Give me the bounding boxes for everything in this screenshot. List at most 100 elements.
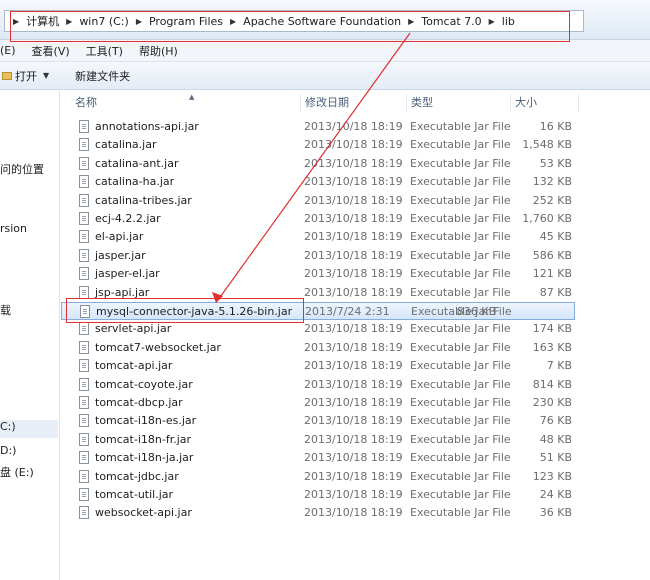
file-row[interactable]: annotations-api.jar 2013/10/18 18:19 Execu… <box>61 118 650 136</box>
chevron-right-icon[interactable]: ▶ <box>226 17 240 26</box>
jar-file-icon <box>79 248 89 262</box>
chevron-right-icon[interactable]: ▶ <box>62 17 76 26</box>
file-list[interactable]: 名称 ▲ 修改日期 类型 大小 annotations-api.jar 2013/… <box>61 91 650 580</box>
file-row[interactable]: tomcat-coyote.jar 2013/10/18 18:19 Executa… <box>61 376 650 394</box>
breadcrumb-computer[interactable]: 计算机 <box>23 13 62 29</box>
open-button[interactable]: 打开 ▼ <box>0 68 57 84</box>
breadcrumb-tomcat[interactable]: Tomcat 7.0 <box>418 15 484 28</box>
address-bar[interactable]: ▶ 计算机 ▶ win7 (C:) ▶ Program Files ▶ Apac… <box>4 10 584 32</box>
file-row[interactable]: jasper-el.jar 2013/10/18 18:19 Executable … <box>61 265 650 283</box>
file-size: 132 KB <box>532 175 572 189</box>
file-row[interactable]: jasper.jar 2013/10/18 18:19 Executable Jar… <box>61 247 650 265</box>
file-row[interactable]: ecj-4.2.2.jar 2013/10/18 18:19 Executable … <box>61 210 650 228</box>
file-name: tomcat7-websocket.jar <box>95 340 221 354</box>
file-row[interactable]: catalina.jar 2013/10/18 18:19 Executable J… <box>61 136 650 154</box>
file-date: 2013/10/18 18:19 <box>304 120 403 133</box>
column-header-date[interactable]: 修改日期 <box>301 94 407 112</box>
file-type: Executable Jar File <box>410 248 511 262</box>
file-row[interactable]: servlet-api.jar 2013/10/18 18:19 Executabl… <box>61 320 650 338</box>
file-name: tomcat-util.jar <box>95 488 174 501</box>
column-header-name[interactable]: 名称 ▲ <box>71 93 301 112</box>
column-header-type[interactable]: 类型 <box>407 94 511 112</box>
jar-file-icon <box>79 212 89 225</box>
file-name: tomcat-i18n-ja.jar <box>95 451 194 465</box>
chevron-right-icon[interactable]: ▶ <box>132 17 146 26</box>
menu-edit[interactable]: (E) <box>0 44 24 57</box>
file-name: jasper.jar <box>95 248 146 262</box>
file-size: 16 KB <box>539 120 572 133</box>
file-type: Executable Jar File <box>410 469 511 483</box>
file-size: 51 KB <box>539 451 572 465</box>
chevron-right-icon[interactable]: ▶ <box>485 17 499 26</box>
jar-file-icon <box>79 340 89 354</box>
file-date: 2013/10/18 18:19 <box>304 469 403 483</box>
nav-item-drive-e[interactable]: 盘 (E:) <box>0 464 34 480</box>
file-row[interactable]: tomcat-i18n-es.jar 2013/10/18 18:19 Execut… <box>61 412 650 430</box>
breadcrumb-program-files[interactable]: Program Files <box>146 15 226 28</box>
file-name: annotations-api.jar <box>95 120 199 133</box>
file-row[interactable]: tomcat-jdbc.jar 2013/10/18 18:19 Executabl… <box>61 468 650 486</box>
file-size: 252 KB <box>532 193 572 207</box>
menu-bar: (E) 查看(V) 工具(T) 帮助(H) <box>0 40 650 62</box>
file-name: tomcat-i18n-fr.jar <box>95 432 192 446</box>
file-date: 2013/10/18 18:19 <box>304 451 403 465</box>
address-bar-area: ▶ 计算机 ▶ win7 (C:) ▶ Program Files ▶ Apac… <box>0 0 650 40</box>
file-row-selected[interactable]: mysql-connector-java-5.1.26-bin.jar 2013/… <box>61 302 575 320</box>
file-type: Executable Jar File <box>410 359 511 373</box>
file-row[interactable]: jsp-api.jar 2013/10/18 18:19 Executable Ja… <box>61 284 650 302</box>
file-date: 2013/10/18 18:19 <box>304 377 403 391</box>
file-name: catalina.jar <box>95 138 157 152</box>
menu-tools[interactable]: 工具(T) <box>78 43 131 59</box>
file-date: 2013/10/18 18:19 <box>304 396 403 409</box>
file-row[interactable]: tomcat-api.jar 2013/10/18 18:19 Executable… <box>61 357 650 375</box>
file-size: 814 KB <box>532 377 572 391</box>
file-row[interactable]: catalina-ant.jar 2013/10/18 18:19 Executab… <box>61 155 650 173</box>
jar-file-icon <box>79 156 89 170</box>
file-size: 123 KB <box>532 469 572 483</box>
file-name: mysql-connector-java-5.1.26-bin.jar <box>96 305 293 318</box>
file-name: jsp-api.jar <box>95 285 150 299</box>
column-header-date-label: 修改日期 <box>305 96 349 109</box>
file-row[interactable]: catalina-tribes.jar 2013/10/18 18:19 Execu… <box>61 192 650 210</box>
jar-file-icon <box>79 469 89 483</box>
nav-item-drive-d[interactable]: D:) <box>0 444 16 457</box>
file-name: catalina-tribes.jar <box>95 193 192 207</box>
menu-view[interactable]: 查看(V) <box>24 43 78 59</box>
file-row[interactable]: catalina-ha.jar 2013/10/18 18:19 Executabl… <box>61 173 650 191</box>
nav-item-drive-c[interactable]: C:) <box>0 420 58 438</box>
file-size: 1,760 KB <box>522 212 572 225</box>
navigation-pane[interactable]: 问的位置 rsion 载 C:) D:) 盘 (E:) <box>0 91 60 580</box>
menu-help[interactable]: 帮助(H) <box>131 43 186 59</box>
file-size: 87 KB <box>539 285 572 299</box>
file-row[interactable]: tomcat-i18n-ja.jar 2013/10/18 18:19 Execut… <box>61 449 650 467</box>
file-row[interactable]: tomcat-util.jar 2013/10/18 18:19 Executabl… <box>61 486 650 504</box>
file-name: tomcat-api.jar <box>95 359 173 373</box>
file-row[interactable]: tomcat-dbcp.jar 2013/10/18 18:19 Executabl… <box>61 394 650 412</box>
jar-file-icon <box>79 506 89 520</box>
file-row[interactable]: websocket-api.jar 2013/10/18 18:19 Executa… <box>61 504 650 522</box>
new-folder-label: 新建文件夹 <box>75 69 131 83</box>
new-folder-button[interactable]: 新建文件夹 <box>57 68 138 84</box>
file-size: 163 KB <box>532 340 572 354</box>
file-name: catalina-ant.jar <box>95 156 179 170</box>
file-row[interactable]: el-api.jar 2013/10/18 18:19 Executable Jar… <box>61 228 650 246</box>
file-row[interactable]: tomcat7-websocket.jar 2013/10/18 18:19 Exe… <box>61 339 650 357</box>
file-name: el-api.jar <box>95 230 144 244</box>
breadcrumb-lib[interactable]: lib <box>499 15 518 28</box>
file-date: 2013/10/18 18:19 <box>304 175 403 189</box>
nav-item-downloads[interactable]: 载 <box>0 302 11 318</box>
column-header-size[interactable]: 大小 <box>511 94 579 112</box>
nav-item-recent-places[interactable]: 问的位置 <box>0 161 44 177</box>
nav-item-version[interactable]: rsion <box>0 222 27 235</box>
breadcrumb-apache[interactable]: Apache Software Foundation <box>240 15 404 28</box>
breadcrumb-root-chevron-icon[interactable]: ▶ <box>9 17 23 26</box>
file-size: 1,548 KB <box>522 138 572 152</box>
file-type: Executable Jar File <box>410 432 511 446</box>
file-date: 2013/10/18 18:19 <box>304 248 403 262</box>
jar-file-icon <box>79 120 89 133</box>
file-row[interactable]: tomcat-i18n-fr.jar 2013/10/18 18:19 Execut… <box>61 431 650 449</box>
breadcrumb-drive-c[interactable]: win7 (C:) <box>76 15 132 28</box>
file-type: Executable Jar File <box>410 120 511 133</box>
chevron-right-icon[interactable]: ▶ <box>404 17 418 26</box>
file-size: 36 KB <box>539 506 572 520</box>
